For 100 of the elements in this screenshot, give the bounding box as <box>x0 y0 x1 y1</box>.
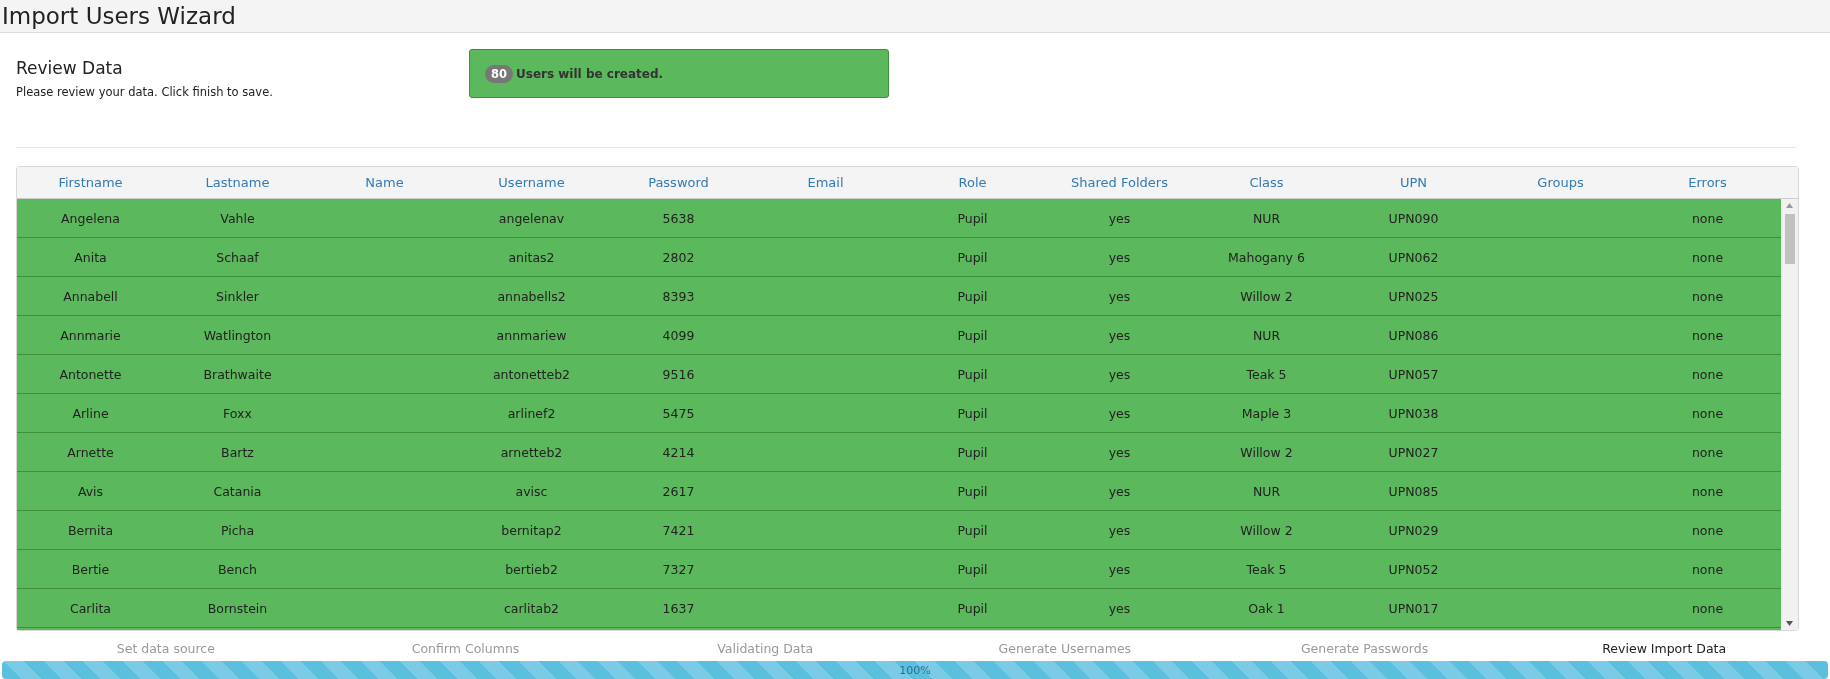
section-title: Review Data <box>16 58 124 79</box>
table-cell-text: 1637 <box>661 600 696 616</box>
table-cell-text: yes <box>1107 600 1132 616</box>
table-cell-text: none <box>1690 444 1725 460</box>
table-cell-text: Maple 3 <box>1240 405 1293 421</box>
wizard-step: Confirm Columns <box>315 640 616 656</box>
table-cell-text: 9516 <box>661 366 696 382</box>
table-cell-text: Bartz <box>220 444 255 460</box>
table-cell-text: Pupil <box>956 366 989 382</box>
table-cell-text: annabells2 <box>496 288 567 304</box>
scroll-up-icon[interactable] <box>1786 203 1793 209</box>
table-cell-text: Angelena <box>60 210 121 226</box>
table-cell-text: Willow 2 <box>1239 444 1294 460</box>
table-cell-text: yes <box>1107 366 1132 382</box>
table-cell-text: bertieb2 <box>504 561 559 577</box>
column-header[interactable]: Username <box>458 175 605 191</box>
table-cell-text: none <box>1690 561 1725 577</box>
table-cell-text: Bench <box>217 561 258 577</box>
table-cell-text: 4214 <box>661 444 696 460</box>
wizard-step: Review Import Data <box>1514 640 1815 656</box>
table-cell-text: 8393 <box>661 288 696 304</box>
column-header[interactable]: Groups <box>1487 175 1634 191</box>
table-cell-text: UPN057 <box>1387 366 1440 382</box>
table-cell-text: Annmarie <box>59 327 122 343</box>
table-cell-text: Foxx <box>222 405 253 421</box>
table-cell-text: angelenav <box>497 210 566 226</box>
table-cell-text: Schaaf <box>215 249 260 265</box>
window-title: Import Users Wizard <box>1 2 236 31</box>
table-cell-text: none <box>1690 288 1725 304</box>
table-cell-text: Avis <box>76 483 105 499</box>
column-header[interactable]: Role <box>899 175 1046 191</box>
table-cell-text: antonetteb2 <box>491 366 572 382</box>
wizard-step: Generate Usernames <box>915 640 1215 656</box>
table-cell-text: none <box>1690 600 1725 616</box>
alert-message: Users will be created. <box>516 66 664 81</box>
column-header[interactable]: Errors <box>1634 175 1781 191</box>
scrollbar-thumb[interactable] <box>1784 214 1795 265</box>
table-cell-text: Pupil <box>956 600 989 616</box>
table-cell-text: 7327 <box>661 561 696 577</box>
table-cell-text: Pupil <box>956 561 989 577</box>
table-cell-text: Sinkler <box>215 288 260 304</box>
table-cell-text: arlinef2 <box>506 405 557 421</box>
table-cell-text: yes <box>1107 327 1132 343</box>
table-cell-text: Teak 5 <box>1245 561 1288 577</box>
table-cell-text: yes <box>1107 288 1132 304</box>
table-cell-text: yes <box>1107 561 1132 577</box>
table-cell-text: none <box>1690 327 1725 343</box>
table-cell-text: carlitab2 <box>502 600 561 616</box>
table-cell-text: Pupil <box>956 288 989 304</box>
table-cell-text: Oak 1 <box>1247 600 1286 616</box>
table-cell-text: Catania <box>212 483 263 499</box>
table-cell-text: yes <box>1107 249 1132 265</box>
table-cell-text: none <box>1690 405 1725 421</box>
table-cell-text: Carlita <box>68 600 112 616</box>
table-cell-text: Vahle <box>219 210 256 226</box>
table-cell-text: Willow 2 <box>1239 288 1294 304</box>
table-cell-text: avisc <box>514 483 549 499</box>
table-cell-text: yes <box>1107 483 1132 499</box>
table-cell-text: 2802 <box>661 249 696 265</box>
progress-text: 100% <box>899 663 931 677</box>
table-cell-text: 4099 <box>661 327 696 343</box>
section-description: Please review your data. Click finish to save. <box>16 85 274 100</box>
scroll-down-icon[interactable] <box>1786 621 1793 627</box>
table-cell-text: UPN029 <box>1387 522 1440 538</box>
table-cell-text: NUR <box>1251 483 1282 499</box>
table-cell-text: Pupil <box>956 210 989 226</box>
table-cell-text: NUR <box>1251 210 1282 226</box>
table-cell-text: UPN090 <box>1387 210 1440 226</box>
column-header[interactable]: Password <box>605 175 752 191</box>
table-cell-text: UPN052 <box>1387 561 1440 577</box>
table-cell-text: Teak 5 <box>1245 366 1288 382</box>
column-header[interactable]: Shared Folders <box>1046 175 1193 191</box>
scrollbar[interactable] <box>1781 199 1798 631</box>
table-cell-text: Annabell <box>62 288 119 304</box>
table-cell-text: Antonette <box>58 366 123 382</box>
column-header[interactable]: Email <box>752 175 899 191</box>
wizard-step: Set data source <box>16 640 316 656</box>
column-header[interactable]: UPN <box>1340 175 1487 191</box>
column-header[interactable]: Class <box>1193 175 1340 191</box>
table-cell-text: annmariew <box>495 327 568 343</box>
table-cell-text: Bertie <box>70 561 111 577</box>
table-cell-text: UPN062 <box>1387 249 1440 265</box>
table-cell-text: yes <box>1107 522 1132 538</box>
table-cell-text: UPN027 <box>1387 444 1440 460</box>
table-cell-text: Brathwaite <box>202 366 273 382</box>
column-header[interactable]: Name <box>311 175 458 191</box>
column-header[interactable]: Firstname <box>17 175 164 191</box>
column-header[interactable]: Lastname <box>164 175 311 191</box>
table-cell-text: Anita <box>73 249 108 265</box>
table-cell-text: none <box>1690 249 1725 265</box>
table-cell-text: Pupil <box>956 249 989 265</box>
table-cell-text: 7421 <box>661 522 696 538</box>
table-cell-text: 2617 <box>661 483 696 499</box>
table-cell-text: Bernita <box>66 522 115 538</box>
table-cell-text: yes <box>1107 444 1132 460</box>
table-cell-text: Picha <box>219 522 256 538</box>
table-cell-text: Pupil <box>956 483 989 499</box>
table-cell-text: arnetteb2 <box>499 444 564 460</box>
table-cell-text: Willow 2 <box>1239 522 1294 538</box>
table-cell-text: NUR <box>1251 327 1282 343</box>
